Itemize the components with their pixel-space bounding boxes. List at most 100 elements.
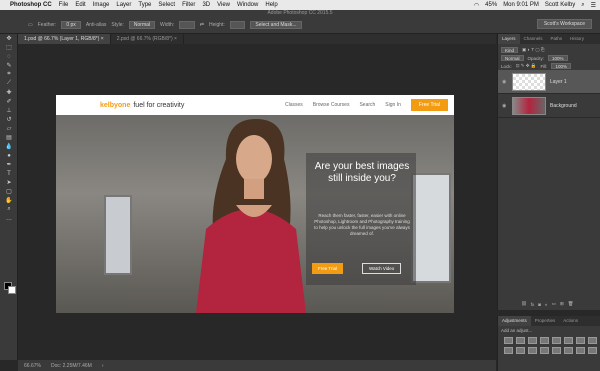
menu-select[interactable]: Select xyxy=(158,2,175,8)
app-menu[interactable]: Photoshop CC xyxy=(10,2,52,8)
clone-stamp-tool-icon[interactable]: ⊥ xyxy=(0,106,18,115)
new-group-icon[interactable]: ▭ xyxy=(552,301,556,307)
blend-mode-select[interactable]: Normal xyxy=(501,55,524,61)
tab-document-1[interactable]: 1.psd @ 66.7% (Layer 1, RGB/8*) × xyxy=(18,34,111,44)
tab-layers[interactable]: Layers xyxy=(498,34,520,44)
tab-properties[interactable]: Properties xyxy=(531,316,560,326)
crop-tool-icon[interactable]: ⌗ xyxy=(0,70,18,79)
tab-history[interactable]: History xyxy=(566,34,588,44)
add-mask-icon[interactable]: ◙ xyxy=(538,302,541,307)
hand-tool-icon[interactable]: ✋ xyxy=(0,196,18,205)
photo-filter-icon[interactable] xyxy=(504,347,513,354)
menu-filter[interactable]: Filter xyxy=(182,2,195,8)
nav-sign-in: Sign In xyxy=(385,102,401,108)
battery-indicator[interactable]: 45% xyxy=(485,2,497,8)
delete-layer-icon[interactable]: 🗑 xyxy=(568,301,574,307)
eraser-tool-icon[interactable]: ▱ xyxy=(0,124,18,133)
status-arrow-icon[interactable]: › xyxy=(102,363,104,369)
feather-input[interactable]: 0 px xyxy=(61,21,81,29)
exposure-icon[interactable] xyxy=(540,337,549,344)
levels-icon[interactable] xyxy=(516,337,525,344)
selective-color-icon[interactable] xyxy=(588,347,597,354)
layer-style-icon[interactable]: fx xyxy=(531,302,535,307)
vibrance-icon[interactable] xyxy=(552,337,561,344)
workspace-switcher[interactable]: Scott's Workspace xyxy=(536,19,592,29)
blend-row: Normal Opacity: 100% xyxy=(498,54,600,62)
filter-icons[interactable]: ▣ ◐ T ▢ ⎘ xyxy=(522,47,544,53)
color-lookup-icon[interactable] xyxy=(528,347,537,354)
select-and-mask-button[interactable]: Select and Mask... xyxy=(250,21,302,29)
layer-row[interactable]: ◉ Background xyxy=(498,94,600,118)
visibility-eye-icon[interactable]: ◉ xyxy=(502,103,508,109)
menu-3d[interactable]: 3D xyxy=(202,2,210,8)
color-balance-icon[interactable] xyxy=(576,337,585,344)
zoom-tool-icon[interactable]: ⌕ xyxy=(0,205,18,214)
pen-tool-icon[interactable]: ✒ xyxy=(0,160,18,169)
channel-mixer-icon[interactable] xyxy=(516,347,525,354)
width-input[interactable] xyxy=(179,21,195,29)
menu-file[interactable]: File xyxy=(59,2,69,8)
antialias-checkbox[interactable]: Anti-alias xyxy=(86,22,107,28)
tab-channels[interactable]: Channels xyxy=(520,34,547,44)
invert-icon[interactable] xyxy=(540,347,549,354)
style-select[interactable]: Normal xyxy=(128,21,156,29)
menu-type[interactable]: Type xyxy=(138,2,151,8)
tab-actions[interactable]: Actions xyxy=(559,316,582,326)
hue-saturation-icon[interactable] xyxy=(564,337,573,344)
adjustment-layer-icon[interactable]: ◐ xyxy=(545,302,548,307)
brush-tool-icon[interactable]: ✐ xyxy=(0,97,18,106)
layer-row[interactable]: ◉ Layer 1 xyxy=(498,70,600,94)
shape-tool-icon[interactable]: ▢ xyxy=(0,187,18,196)
more-tools-icon[interactable]: … xyxy=(0,214,18,223)
black-white-icon[interactable] xyxy=(588,337,597,344)
lasso-tool-icon[interactable]: ◌ xyxy=(0,52,18,61)
history-brush-tool-icon[interactable]: ↺ xyxy=(0,115,18,124)
document-canvas[interactable]: kelbyone fuel for creativity Classes Bro… xyxy=(56,95,454,313)
quick-select-tool-icon[interactable]: ✎ xyxy=(0,61,18,70)
eyedropper-tool-icon[interactable]: ⟋ xyxy=(0,79,18,88)
height-input[interactable] xyxy=(229,21,246,29)
layer-name[interactable]: Background xyxy=(550,103,577,109)
clock[interactable]: Mon 9:01 PM xyxy=(503,2,539,8)
search-icon[interactable]: ⌕ xyxy=(581,2,584,9)
document-size[interactable]: Doc: 2.25M/7.46M xyxy=(51,363,92,369)
user-name[interactable]: Scott Kelby xyxy=(545,2,575,8)
posterize-icon[interactable] xyxy=(552,347,561,354)
threshold-icon[interactable] xyxy=(564,347,573,354)
menu-layer[interactable]: Layer xyxy=(116,2,131,8)
marquee-tool-icon[interactable]: ⬚ xyxy=(0,43,18,52)
blur-tool-icon[interactable]: 💧 xyxy=(0,142,18,151)
link-layers-icon[interactable]: ⛓ xyxy=(521,301,527,307)
marquee-preset-icon[interactable]: ▭ xyxy=(28,22,33,28)
menu-edit[interactable]: Edit xyxy=(75,2,85,8)
new-layer-icon[interactable]: ⊞ xyxy=(560,301,564,307)
gradient-map-icon[interactable] xyxy=(576,347,585,354)
tab-paths[interactable]: Paths xyxy=(547,34,567,44)
layer-kind-select[interactable]: Kind xyxy=(501,47,519,53)
opacity-input[interactable]: 100% xyxy=(548,55,568,61)
lock-icons[interactable]: ⊡ ✎ ✥ 🔒 xyxy=(516,63,537,69)
menu-help[interactable]: Help xyxy=(265,2,277,8)
tab-adjustments[interactable]: Adjustments xyxy=(498,316,531,326)
zoom-level[interactable]: 66.67% xyxy=(24,363,41,369)
brightness-icon[interactable] xyxy=(504,337,513,344)
move-tool-icon[interactable]: ✥ xyxy=(0,34,18,43)
healing-brush-tool-icon[interactable]: ✚ xyxy=(0,88,18,97)
dodge-tool-icon[interactable]: ● xyxy=(0,151,18,160)
menu-image[interactable]: Image xyxy=(93,2,110,8)
menu-list-icon[interactable]: ☰ xyxy=(591,2,596,9)
menu-window[interactable]: Window xyxy=(237,2,258,8)
fill-input[interactable]: 100% xyxy=(551,63,571,69)
tab-document-2[interactable]: 2.psd @ 66.7% (RGB/8*) × xyxy=(111,34,184,44)
visibility-eye-icon[interactable]: ◉ xyxy=(502,79,508,85)
curves-icon[interactable] xyxy=(528,337,537,344)
gradient-tool-icon[interactable]: ▤ xyxy=(0,133,18,142)
status-bar: 66.67% Doc: 2.25M/7.46M › xyxy=(18,360,496,371)
background-color-swatch[interactable] xyxy=(8,286,16,294)
path-select-tool-icon[interactable]: ➤ xyxy=(0,178,18,187)
type-tool-icon[interactable]: T xyxy=(0,169,18,178)
menu-view[interactable]: View xyxy=(217,2,230,8)
swap-icon[interactable]: ⇄ xyxy=(200,22,204,28)
layer-name[interactable]: Layer 1 xyxy=(550,79,567,85)
wifi-icon[interactable]: ◠ xyxy=(474,2,479,9)
